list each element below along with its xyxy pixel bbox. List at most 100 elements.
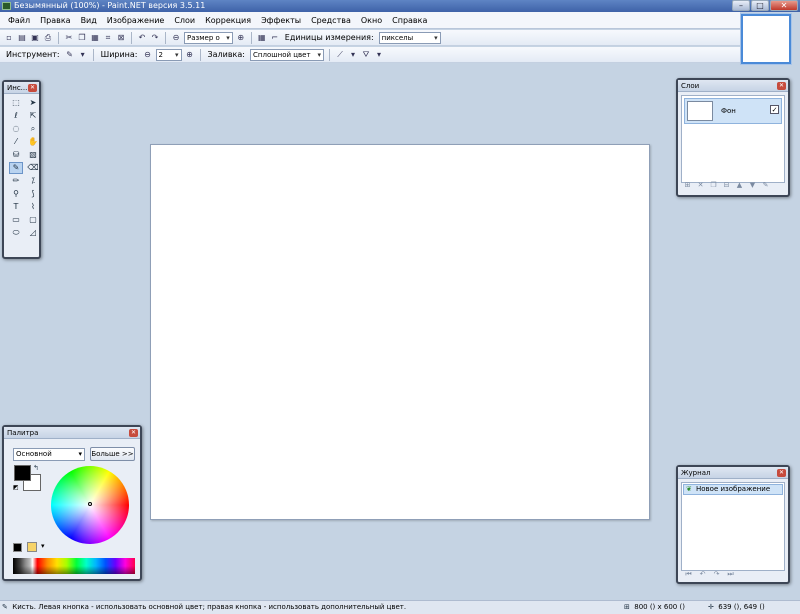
menu-edit[interactable]: Правка xyxy=(35,12,75,29)
zoom-in-icon[interactable]: ⊕ xyxy=(236,33,246,43)
window-title: Безымянный (100%) - Paint.NET версия 3.5… xyxy=(14,1,206,10)
layer-visibility-checkbox[interactable]: ✓ xyxy=(770,105,779,114)
close-icon[interactable]: ✕ xyxy=(129,429,138,437)
recolor-icon[interactable]: ⟆ xyxy=(26,188,40,200)
fill-combo[interactable]: Сплошной цвет xyxy=(250,48,324,61)
rectangle-select-icon[interactable]: ⬚ xyxy=(9,97,23,109)
units-combo[interactable]: пикселы xyxy=(378,31,441,44)
paste-icon[interactable]: ▦ xyxy=(90,33,100,43)
eraser-icon[interactable]: ⌫ xyxy=(26,162,40,174)
crop-icon[interactable]: ⌗ xyxy=(103,33,113,43)
blend-mode-icon[interactable]: ⛛ xyxy=(361,50,371,60)
undo-icon[interactable]: ↶ xyxy=(137,33,147,43)
text-icon[interactable]: T xyxy=(9,201,23,213)
menu-layers[interactable]: Слои xyxy=(169,12,200,29)
move-layer-down-icon[interactable]: ▼ xyxy=(748,181,757,190)
fast-forward-icon[interactable]: ⏭ xyxy=(726,570,735,579)
reset-colors-icon[interactable]: ◩ xyxy=(13,484,20,491)
step-back-icon[interactable]: ↶ xyxy=(698,570,707,579)
paintbrush-icon[interactable]: ✎ xyxy=(9,162,23,174)
palette-mode-combo[interactable]: Основной xyxy=(13,448,85,461)
paint-bucket-icon[interactable]: ⛁ xyxy=(9,149,23,161)
more-colors-button[interactable]: Больше >> xyxy=(90,447,135,461)
history-item[interactable]: ❦ Новое изображение xyxy=(683,484,783,495)
chevron-down-icon[interactable]: ▾ xyxy=(374,50,384,60)
pan-icon[interactable]: ✋ xyxy=(26,136,40,148)
close-icon[interactable]: ✕ xyxy=(777,82,786,90)
open-file-icon[interactable]: ▤ xyxy=(17,33,27,43)
lasso-select-icon[interactable]: ℓ xyxy=(9,110,23,122)
cursor-position-readout: ✛ 639 (), 649 () xyxy=(708,601,765,614)
menu-help[interactable]: Справка xyxy=(387,12,432,29)
paintbrush-icon[interactable]: ✎ xyxy=(65,50,75,60)
close-icon[interactable]: ✕ xyxy=(777,469,786,477)
grid-icon[interactable]: ▦ xyxy=(257,33,267,43)
freeform-shape-icon[interactable]: ◿ xyxy=(26,227,40,239)
copy-icon[interactable]: ❐ xyxy=(77,33,87,43)
chevron-down-icon[interactable]: ▾ xyxy=(78,50,88,60)
swap-colors-icon[interactable]: ↰ xyxy=(33,464,39,472)
layer-properties-icon[interactable]: ✎ xyxy=(761,181,770,190)
menu-image[interactable]: Изображение xyxy=(102,12,170,29)
tools-window: Инс... ✕ ⬚ ➤ ℓ ⇱ ◌ ⌕ ⁄ ✋ ⛁ ▧ ✎ ⌫ ✏ ⁒ ⚲ ⟆… xyxy=(2,80,41,259)
clone-stamp-icon[interactable]: ⚲ xyxy=(9,188,23,200)
new-file-icon[interactable]: ▫ xyxy=(4,33,14,43)
cut-icon[interactable]: ✂ xyxy=(64,33,74,43)
menu-utilities[interactable]: Средства xyxy=(306,12,356,29)
chevron-down-icon[interactable]: ▾ xyxy=(348,50,358,60)
rewind-icon[interactable]: ⏮ xyxy=(684,570,693,579)
gradient-icon[interactable]: ▧ xyxy=(26,149,40,161)
antialiasing-icon[interactable]: ⟋ xyxy=(335,50,345,60)
print-icon[interactable]: ⎙ xyxy=(43,33,53,43)
rectangle-icon[interactable]: ▭ xyxy=(9,214,23,226)
menu-effects[interactable]: Эффекты xyxy=(256,12,306,29)
add-layer-icon[interactable]: ⊞ xyxy=(683,181,692,190)
move-selection-icon[interactable]: ⇱ xyxy=(26,110,40,122)
deselect-icon[interactable]: ⊠ xyxy=(116,33,126,43)
menu-file[interactable]: Файл xyxy=(3,12,35,29)
image-thumbnail[interactable] xyxy=(741,14,791,64)
close-button[interactable]: ✕ xyxy=(770,0,798,11)
minimize-button[interactable]: – xyxy=(732,0,750,11)
close-icon[interactable]: ✕ xyxy=(28,84,37,92)
toolbar-separator xyxy=(329,48,330,61)
palette-window: Палитра ✕ Основной Больше >> ↰ ◩ ▾ xyxy=(2,425,142,581)
line-curve-icon[interactable]: ⌇ xyxy=(26,201,40,213)
primary-color-swatch[interactable] xyxy=(14,465,31,481)
merge-layer-icon[interactable]: ⊟ xyxy=(722,181,731,190)
increase-width-icon[interactable]: ⊕ xyxy=(185,50,195,60)
ellipse-icon[interactable]: ⬭ xyxy=(9,227,23,239)
pencil-icon[interactable]: ✏ xyxy=(9,175,23,187)
rounded-rectangle-icon[interactable]: ▢ xyxy=(26,214,40,226)
menu-view[interactable]: Вид xyxy=(76,12,102,29)
duplicate-layer-icon[interactable]: ❐ xyxy=(709,181,718,190)
ellipse-select-icon[interactable]: ◌ xyxy=(9,123,23,135)
maximize-button[interactable]: □ xyxy=(751,0,769,11)
menu-window[interactable]: Окно xyxy=(356,12,387,29)
save-icon[interactable]: ▣ xyxy=(30,33,40,43)
palette-black-swatch[interactable] xyxy=(13,543,22,552)
menu-adjustments[interactable]: Коррекция xyxy=(200,12,256,29)
zoom-combo[interactable]: Размер о xyxy=(184,31,233,44)
move-selected-pixels-icon[interactable]: ➤ xyxy=(26,97,40,109)
palette-window-title: Палитра ✕ xyxy=(4,427,140,439)
layers-toolbar: ⊞ ✕ ❐ ⊟ ▲ ▼ ✎ xyxy=(683,181,770,190)
zoom-out-icon[interactable]: ⊖ xyxy=(171,33,181,43)
step-forward-icon[interactable]: ↷ xyxy=(712,570,721,579)
rulers-icon[interactable]: ⌐ xyxy=(270,33,280,43)
color-palette-strip[interactable] xyxy=(13,558,135,574)
width-combo[interactable]: 2 xyxy=(155,48,182,61)
chevron-down-icon[interactable]: ▾ xyxy=(41,542,45,550)
layer-row[interactable]: Фон ✓ xyxy=(684,98,782,124)
magic-wand-icon[interactable]: ⁄ xyxy=(9,136,23,148)
image-canvas[interactable] xyxy=(150,144,650,520)
palette-menu-icon[interactable] xyxy=(27,542,37,552)
color-picker-icon[interactable]: ⁒ xyxy=(26,175,40,187)
layers-window-title-text: Слои xyxy=(681,82,700,90)
tools-grid: ⬚ ➤ ℓ ⇱ ◌ ⌕ ⁄ ✋ ⛁ ▧ ✎ ⌫ ✏ ⁒ ⚲ ⟆ T ⌇ ▭ ▢ … xyxy=(4,94,39,239)
move-layer-up-icon[interactable]: ▲ xyxy=(735,181,744,190)
decrease-width-icon[interactable]: ⊖ xyxy=(143,50,153,60)
zoom-icon[interactable]: ⌕ xyxy=(26,123,40,135)
delete-layer-icon[interactable]: ✕ xyxy=(696,181,705,190)
redo-icon[interactable]: ↷ xyxy=(150,33,160,43)
